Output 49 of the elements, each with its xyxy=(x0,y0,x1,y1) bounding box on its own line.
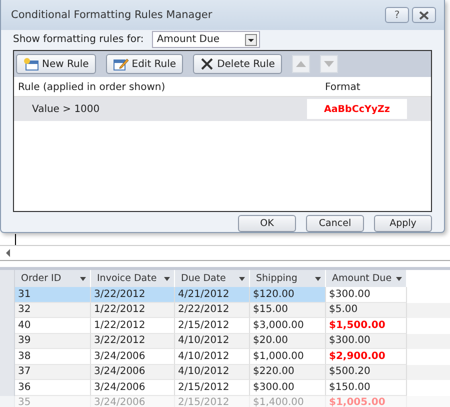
edit-rule-button[interactable]: Edit Rule xyxy=(106,54,184,74)
dropdown-arrow-icon xyxy=(315,276,321,280)
window-title: Conditional Formatting Rules Manager xyxy=(11,9,212,21)
column-header[interactable]: Due Date xyxy=(175,270,250,287)
table-cell: 31 xyxy=(15,287,91,302)
delete-rule-button[interactable]: Delete Rule xyxy=(193,54,282,74)
dialog-button[interactable]: Cancel xyxy=(306,215,364,232)
field-dropdown[interactable]: Amount Due xyxy=(152,31,260,48)
row-selector[interactable] xyxy=(0,380,15,396)
rule-row[interactable]: Value > 1000 AaBbCcYyZz xyxy=(14,97,431,121)
table-cell: $300.00 xyxy=(250,380,326,396)
column-header[interactable]: Invoice Date xyxy=(91,270,175,287)
table-cell: 2/15/2012 xyxy=(175,396,250,407)
table-cell: 4/21/2012 xyxy=(175,287,250,302)
format-preview: AaBbCcYyZz xyxy=(307,99,407,119)
table-cell: 3/24/2006 xyxy=(91,396,175,407)
scroll-left-icon[interactable] xyxy=(4,248,12,258)
up-triangle-icon xyxy=(296,61,306,67)
table-cell: $150.00 xyxy=(326,380,407,396)
column-header[interactable]: Shipping xyxy=(250,270,326,287)
table-cell: 36 xyxy=(15,380,91,396)
dropdown-arrow-icon xyxy=(164,276,170,280)
table-cell: 3/22/2012 xyxy=(91,287,175,302)
show-rules-label: Show formatting rules for: xyxy=(13,34,144,45)
down-triangle-icon xyxy=(324,61,334,67)
delete-x-icon xyxy=(200,57,214,71)
new-window-icon xyxy=(23,57,39,71)
select-all-corner[interactable] xyxy=(0,270,15,287)
row-selector[interactable] xyxy=(0,396,15,407)
close-icon xyxy=(419,10,429,20)
close-button[interactable] xyxy=(412,7,436,23)
table-cell: 2/15/2012 xyxy=(175,380,250,396)
table-cell: $1,400.00 xyxy=(250,396,326,407)
dialog-button[interactable]: OK xyxy=(238,215,296,232)
table-cell: $120.00 xyxy=(250,287,326,302)
table-cell: 35 xyxy=(15,396,91,407)
table-cell: 3/24/2006 xyxy=(91,380,175,396)
dropdown-arrow-icon xyxy=(396,276,402,280)
table-cell: $1,005.00 xyxy=(326,396,407,407)
column-header: Format xyxy=(325,82,362,93)
dropdown-arrow-icon xyxy=(239,276,245,280)
column-header: Rule (applied in order shown) xyxy=(18,82,166,93)
dropdown-arrow-icon xyxy=(80,276,86,280)
help-button[interactable]: ? xyxy=(385,7,409,23)
dialog-button[interactable]: Apply xyxy=(374,215,432,232)
column-header[interactable]: Order ID xyxy=(15,270,91,287)
new-rule-button[interactable]: New Rule xyxy=(16,54,96,74)
column-header[interactable]: Amount Due xyxy=(326,270,407,287)
pencil-window-icon xyxy=(112,57,129,71)
